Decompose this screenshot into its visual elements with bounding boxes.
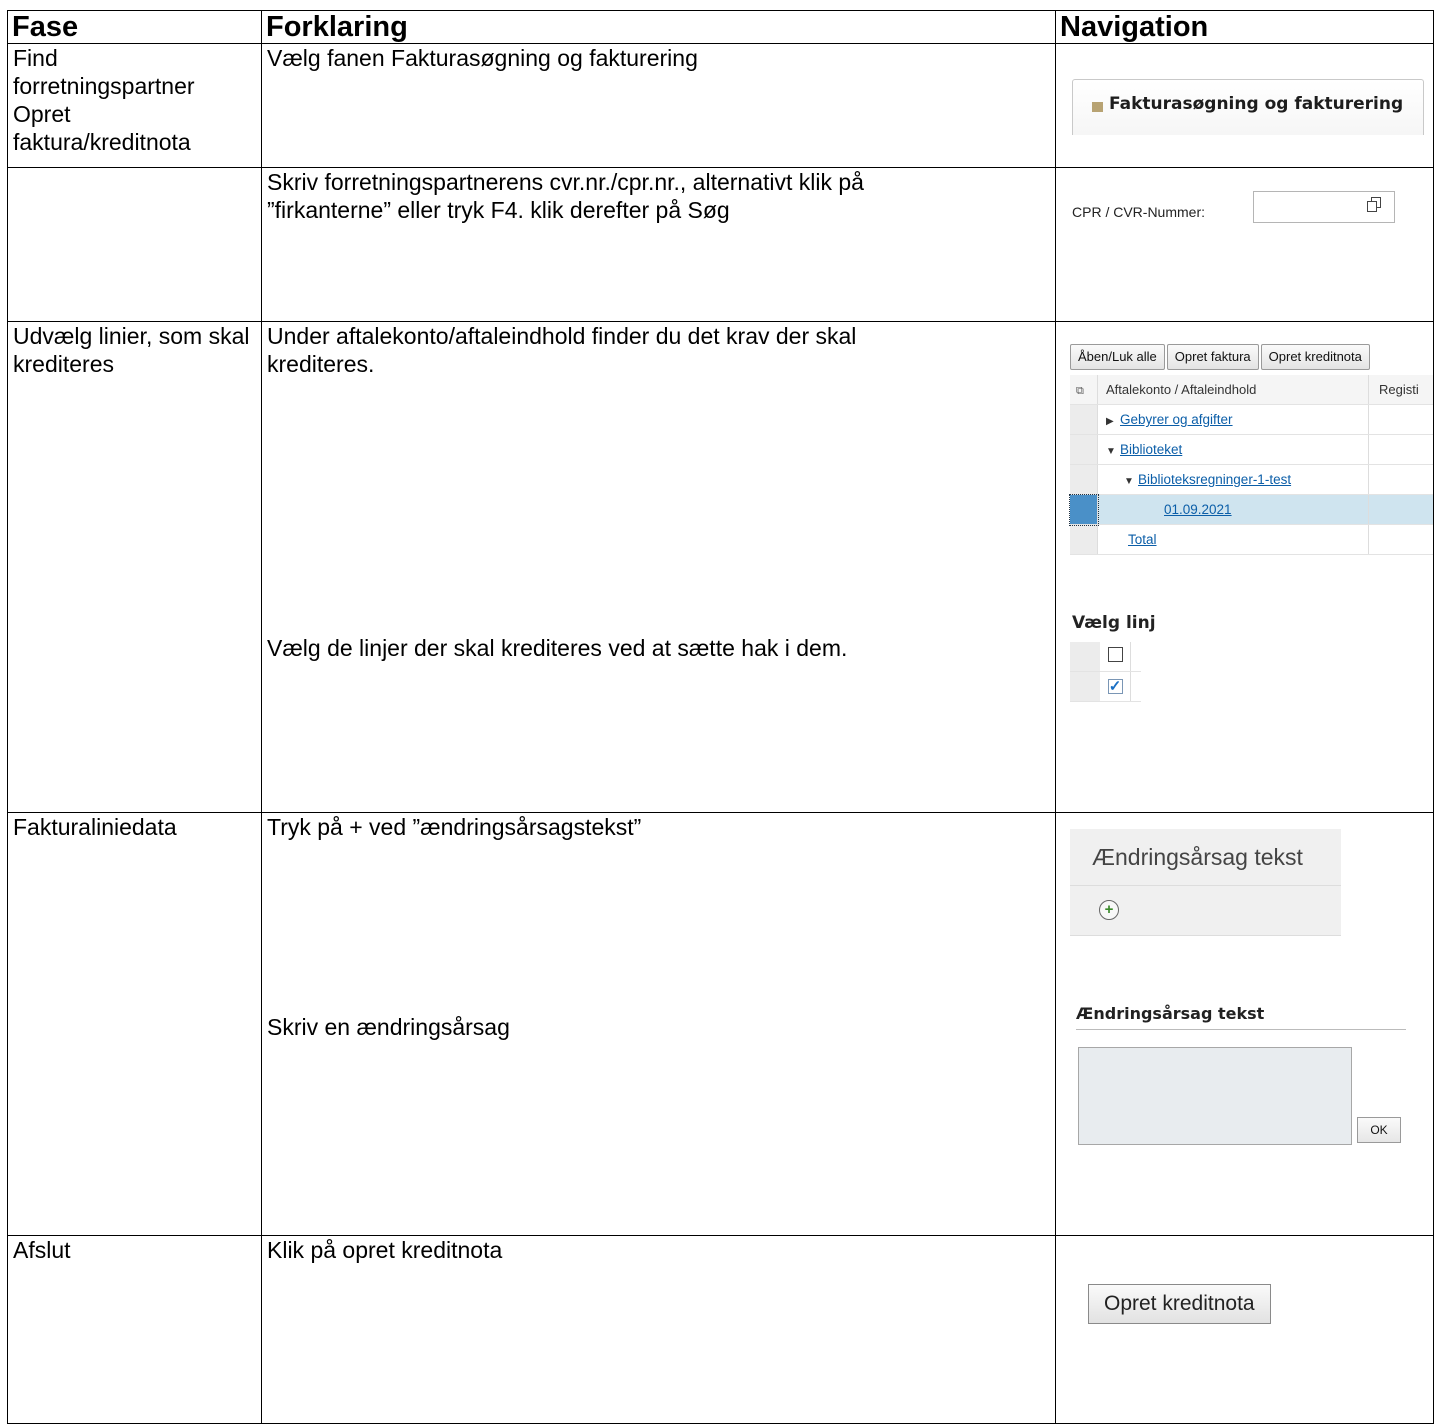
link-date[interactable]: 01.09.2021: [1164, 502, 1232, 517]
aendring-title: Ændringsårsag tekst: [1076, 1004, 1265, 1023]
table-row[interactable]: Total: [1070, 524, 1433, 555]
grid-toolbar: Åben/Luk alle Opret faktura Opret kreditno…: [1070, 344, 1372, 372]
nav-tab-screenshot: Fakturasøgning og fakturering: [1056, 44, 1433, 167]
forklaring-udvaelg: Under aftalekonto/aftaleindhold finder d…: [267, 323, 857, 377]
aendring-header: Ændringsårsag tekst: [1092, 844, 1303, 870]
forklaring-skriv-aarsag: Skriv en ændringsårsag: [267, 1014, 510, 1040]
nav-aendring-screenshot: Ændringsårsag tekst + Ændringsårsag teks…: [1056, 813, 1433, 1235]
table-row[interactable]: ▼ Biblioteket: [1070, 434, 1433, 465]
opret-kreditnota-toolbar-button[interactable]: Opret kreditnota: [1260, 344, 1370, 370]
instruction-table: Fase Forklaring Navigation Find forretni…: [7, 10, 1434, 1424]
aendring-textarea[interactable]: [1078, 1047, 1352, 1145]
tab-fakturasoegning[interactable]: Fakturasøgning og fakturering: [1072, 79, 1424, 135]
tab-label: Fakturasøgning og fakturering: [1109, 94, 1404, 114]
tab-icon: [1092, 102, 1103, 112]
link-biblioteket[interactable]: Biblioteket: [1120, 442, 1182, 457]
forklaring-afslut: Klik på opret kreditnota: [267, 1237, 503, 1263]
link-biblioteksregninger[interactable]: Biblioteksregninger-1-test: [1138, 472, 1291, 487]
forklaring-find: Vælg fanen Fakturasøgning og fakturering: [267, 45, 698, 71]
header-row: Fase Forklaring Navigation: [7, 10, 1434, 44]
forklaring-tryk-plus: Tryk på + ved ”ændringsårsagstekst”: [267, 814, 642, 840]
row-afslut: Afslut Klik på opret kreditnota Opret kr…: [7, 1235, 1434, 1424]
nav-grid-screenshot: Åben/Luk alle Opret faktura Opret kreditno…: [1056, 322, 1433, 812]
aftale-grid: ⧉ Aftalekonto / Aftaleindhold Registi ▶ G…: [1069, 375, 1433, 555]
forklaring-cpr: Skriv forretningspartnerens cvr.nr./cpr.…: [267, 169, 864, 223]
checkbox-all[interactable]: [1107, 646, 1123, 662]
expand-right-icon[interactable]: ▶: [1106, 416, 1120, 427]
nav-kredit-screenshot: Opret kreditnota: [1056, 1236, 1433, 1423]
link-total[interactable]: Total: [1128, 532, 1157, 547]
ok-button[interactable]: OK: [1357, 1117, 1401, 1143]
aendring-box: Ændringsårsag tekst +: [1070, 829, 1341, 936]
vaelg-linjer-grid: ✓: [1070, 642, 1141, 702]
forklaring-udvaelg-2: Vælg de linjer der skal krediteres ved a…: [267, 635, 848, 661]
fase-udvaelg: Udvælg linier, som skal krediteres: [13, 323, 250, 377]
link-gebyrer[interactable]: Gebyrer og afgifter: [1120, 412, 1233, 427]
cpr-label: CPR / CVR-Nummer:: [1072, 204, 1206, 220]
nav-cpr-screenshot: CPR / CVR-Nummer:: [1056, 168, 1433, 321]
fase-fakturaliniedata: Fakturaliniedata: [13, 814, 177, 840]
table-row[interactable]: ▶ Gebyrer og afgifter: [1070, 404, 1433, 435]
table-row-selected[interactable]: 01.09.2021: [1069, 493, 1433, 526]
fase-empty: [7, 167, 262, 322]
add-plus-icon[interactable]: +: [1099, 900, 1119, 920]
opret-kreditnota-button[interactable]: Opret kreditnota: [1088, 1284, 1271, 1324]
header-fase: Fase: [7, 10, 262, 44]
fase-afslut: Afslut: [13, 1237, 71, 1263]
row-cpr: Skriv forretningspartnerens cvr.nr./cpr.…: [7, 167, 1434, 322]
vaelg-linjer-title: Vælg linj: [1072, 613, 1156, 633]
select-all-icon[interactable]: ⧉: [1070, 375, 1098, 405]
row-fakturaliniedata: Fakturaliniedata Tryk på + ved ”ændrings…: [7, 812, 1434, 1236]
row-find: Find forretningspartner Opret faktura/kr…: [7, 43, 1434, 168]
value-help-icon[interactable]: [1367, 197, 1381, 212]
header-forklaring: Forklaring: [261, 10, 1056, 44]
cpr-input[interactable]: [1253, 191, 1395, 223]
row-udvaelg: Udvælg linier, som skal krediteres Under…: [7, 321, 1434, 813]
aaben-luk-alle-button[interactable]: Åben/Luk alle: [1070, 344, 1165, 370]
collapse-down-icon[interactable]: ▼: [1106, 446, 1120, 457]
collapse-down-icon[interactable]: ▼: [1124, 476, 1138, 487]
opret-faktura-button[interactable]: Opret faktura: [1166, 344, 1259, 370]
grid-header-aftale: Aftalekonto / Aftaleindhold: [1097, 375, 1369, 405]
grid-header-row: ⧉ Aftalekonto / Aftaleindhold Registi: [1070, 375, 1433, 405]
header-navigation: Navigation: [1055, 10, 1434, 44]
table-row[interactable]: ▼ Biblioteksregninger-1-test: [1070, 464, 1433, 495]
checkbox-checked[interactable]: ✓: [1107, 678, 1123, 694]
fase-find: Find forretningspartner Opret faktura/kr…: [13, 45, 195, 155]
grid-header-regist: Registi: [1368, 375, 1433, 405]
divider: [1076, 1029, 1406, 1030]
